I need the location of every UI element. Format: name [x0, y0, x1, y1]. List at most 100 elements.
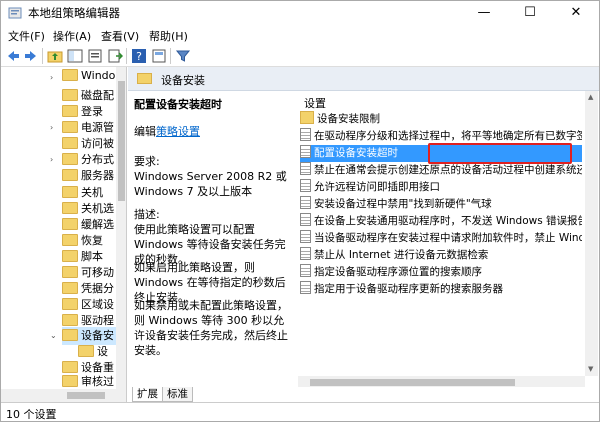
edit-policy-link[interactable]: 策略设置	[156, 125, 200, 138]
setting-row[interactable]: 当设备驱动程序在安装过程中请求附加软件时，禁止 Wind...	[300, 230, 582, 247]
close-button[interactable]: ✕	[553, 1, 599, 25]
tree-item-label: 访问被	[81, 137, 114, 150]
status-text: 10 个设置	[6, 408, 57, 421]
menu-view[interactable]: 查看(V)	[101, 28, 139, 44]
red-highlight-annotation	[428, 143, 572, 164]
folder-icon	[62, 89, 78, 101]
policy-setting-icon	[300, 196, 311, 209]
requirements-text: Windows Server 2008 R2 或 Windows 7 及以上版本	[134, 170, 287, 198]
setting-row[interactable]: 安装设备过程中禁用"找到新硬件"气球	[300, 196, 582, 213]
filter-icon[interactable]	[175, 48, 191, 64]
toolbar-separator	[42, 48, 43, 64]
scroll-down-icon[interactable]: ▼	[588, 365, 593, 373]
folder-icon	[62, 329, 78, 341]
policy-setting-icon	[300, 281, 311, 294]
scrollbar-thumb[interactable]	[310, 379, 515, 386]
forward-icon[interactable]	[23, 48, 39, 64]
scroll-up-icon[interactable]: ▲	[588, 93, 593, 101]
tree-item-label: 设备安	[81, 329, 114, 342]
scrollbar-thumb[interactable]	[118, 81, 125, 201]
up-folder-icon[interactable]	[47, 48, 63, 64]
help-icon[interactable]: ?	[131, 48, 147, 64]
menu-action[interactable]: 操作(A)	[53, 28, 91, 44]
folder-icon	[62, 266, 78, 278]
folder-icon	[78, 345, 94, 357]
folder-icon	[62, 282, 78, 294]
setting-label: 设备安装限制	[317, 113, 380, 125]
folder-icon	[62, 314, 78, 326]
setting-label: 在设备上安装通用驱动程序时，不发送 Windows 错误报告	[314, 215, 582, 227]
tree-item-label: 凭据分	[81, 282, 114, 295]
menu-file[interactable]: 文件(F)	[8, 28, 45, 44]
tree-item-label: 缓解选	[81, 218, 114, 231]
toolbar-separator	[170, 48, 171, 64]
toolbar-separator	[126, 48, 127, 64]
properties-icon[interactable]	[87, 48, 103, 64]
title-bar: 本地组策略编辑器 — ☐ ✕	[1, 1, 599, 25]
group-policy-app-icon	[8, 7, 22, 19]
setting-label: 当设备驱动程序在安装过程中请求附加软件时，禁止 Wind...	[314, 232, 582, 244]
tree-vertical-scrollbar[interactable]	[116, 67, 126, 389]
setting-row[interactable]: 指定用于设备驱动程序更新的搜索服务器	[300, 281, 582, 298]
tab-standard[interactable]: 标准	[162, 387, 193, 402]
tree-item-label: 关机选	[81, 202, 114, 215]
scrollbar-thumb[interactable]	[67, 392, 105, 399]
tree-item-label: 分布式	[81, 153, 114, 166]
edit-policy-line: 编辑策略设置	[134, 124, 294, 139]
tree-item-label: 关机	[81, 186, 103, 199]
setting-label: 允许远程访问即插即用接口	[314, 181, 440, 193]
setting-label: 指定用于设备驱动程序更新的搜索服务器	[314, 283, 503, 295]
folder-icon	[62, 218, 78, 230]
policy-setting-icon	[300, 128, 311, 141]
show-tree-icon[interactable]	[67, 48, 83, 64]
setting-row[interactable]: 在设备上安装通用驱动程序时，不发送 Windows 错误报告	[300, 213, 582, 230]
collapse-arrow-icon[interactable]: ⌄	[50, 331, 57, 340]
minimize-button[interactable]: —	[461, 1, 507, 25]
tree-item[interactable]: Windo	[62, 69, 122, 87]
folder-icon	[62, 234, 78, 246]
setting-label: 在驱动程序分级和选择过程中，将平等地确定所有已数字签...	[314, 130, 582, 142]
expand-arrow-icon[interactable]: ›	[50, 155, 53, 164]
content-header-title: 设备安装	[161, 74, 205, 87]
folder-icon	[62, 153, 78, 165]
tree-item-label: 脚本	[81, 250, 103, 263]
settings-vertical-scrollbar[interactable]: ▲ ▼	[585, 91, 598, 376]
folder-icon	[62, 375, 78, 387]
svg-text:?: ?	[136, 50, 142, 63]
setting-row[interactable]: 允许远程访问即插即用接口	[300, 179, 582, 196]
status-bar: 10 个设置	[1, 402, 599, 421]
setting-label: 禁止在通常会提示创建还原点的设备活动过程中创建系统还...	[314, 164, 582, 176]
policy-setting-icon	[300, 179, 311, 192]
policy-setting-icon	[300, 162, 311, 175]
folder-icon	[62, 69, 78, 81]
tree-item-label: 可移动	[81, 266, 114, 279]
maximize-button[interactable]: ☐	[507, 1, 553, 25]
tree-item-label: 电源管	[81, 121, 114, 134]
description-label: 描述:	[134, 208, 160, 221]
tree-item-label: 恢复	[81, 234, 103, 247]
expand-arrow-icon[interactable]: ›	[50, 123, 53, 132]
setting-folder-row[interactable]: 设备安装限制	[300, 111, 582, 128]
export-icon[interactable]	[107, 48, 123, 64]
folder-icon	[62, 250, 78, 262]
tree-item-label: 审核过	[81, 375, 114, 388]
policy-setting-icon	[300, 230, 311, 243]
description-panel: 配置设备安装超时 编辑策略设置 要求: Windows Server 2008 …	[134, 97, 294, 377]
tree-item-label: 登录	[81, 105, 103, 118]
folder-icon	[62, 121, 78, 133]
navigation-tree: › Windo 磁盘配 登录 › 电源管 访问被 › 分布式 服务器 关机 关机…	[1, 67, 127, 402]
tree-item[interactable]: 服务器	[62, 167, 122, 185]
setting-row[interactable]: 禁止从 Internet 进行设备元数据检索	[300, 247, 582, 264]
view-icon[interactable]	[151, 48, 167, 64]
menu-help[interactable]: 帮助(H)	[149, 28, 188, 44]
expand-arrow-icon[interactable]: ›	[50, 73, 53, 82]
setting-row[interactable]: 指定设备驱动程序源位置的搜索顺序	[300, 264, 582, 281]
tab-extended[interactable]: 扩展	[132, 387, 163, 402]
settings-list-header[interactable]: 设置	[304, 95, 326, 111]
back-icon[interactable]	[5, 48, 21, 64]
setting-row[interactable]: 禁止在通常会提示创建还原点的设备活动过程中创建系统还...	[300, 162, 582, 179]
app-window: 本地组策略编辑器 — ☐ ✕ 文件(F) 操作(A) 查看(V) 帮助(H) ?…	[0, 0, 600, 422]
toolbar: ?	[1, 45, 599, 67]
policy-title: 配置设备安装超时	[134, 98, 222, 111]
tree-horizontal-scrollbar[interactable]	[1, 389, 126, 402]
